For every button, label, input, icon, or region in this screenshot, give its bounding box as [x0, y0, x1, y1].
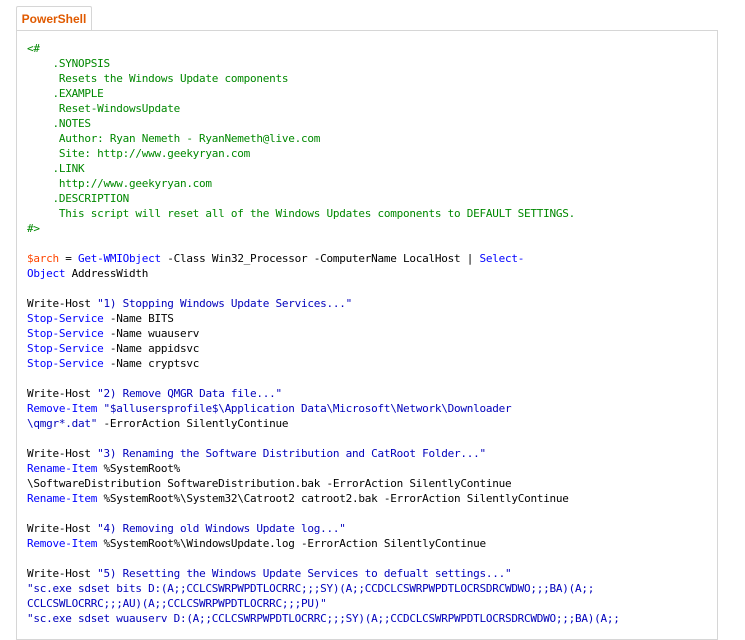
code-token: Object: [27, 267, 66, 280]
code-panel: <# .SYNOPSIS Resets the Windows Update c…: [16, 30, 718, 640]
code-line: Write-Host "4) Removing old Windows Upda…: [27, 521, 620, 536]
code-block: <# .SYNOPSIS Resets the Windows Update c…: [27, 41, 620, 626]
code-token: Write-Host: [27, 567, 98, 580]
code-line: Author: Ryan Nemeth - RyanNemeth@live.co…: [27, 131, 620, 146]
code-token: This script will reset all of the Window…: [27, 207, 576, 220]
code-token: .LINK: [27, 162, 85, 175]
code-line: .DESCRIPTION: [27, 191, 620, 206]
code-line: .SYNOPSIS: [27, 56, 620, 71]
code-token: Select-: [479, 252, 525, 265]
code-line: .EXAMPLE: [27, 86, 620, 101]
code-line: Write-Host "3) Renaming the Software Dis…: [27, 446, 620, 461]
code-token: Write-Host: [27, 522, 98, 535]
code-line: Site: http://www.geekyryan.com: [27, 146, 620, 161]
code-line: "sc.exe sdset wuauserv D:(A;;CCLCSWRPWPD…: [27, 611, 620, 626]
code-token: "3) Renaming the Software Distribution a…: [97, 447, 486, 460]
code-token: Remove-Item: [27, 402, 98, 415]
code-token: Resets the Windows Update components: [27, 72, 289, 85]
code-token: "2) Remove QMGR Data file...": [97, 387, 282, 400]
code-line: Reset-WindowsUpdate: [27, 101, 620, 116]
code-line: Write-Host "2) Remove QMGR Data file...": [27, 386, 620, 401]
code-token: %SystemRoot%\System32\Catroot2 catroot2.…: [97, 492, 569, 505]
code-token: Write-Host: [27, 387, 98, 400]
code-line: $arch = Get-WMIObject -Class Win32_Proce…: [27, 251, 620, 266]
code-token: Stop-Service: [27, 312, 104, 325]
code-token: "sc.exe sdset wuauserv D:(A;;CCLCSWRPWPD…: [27, 612, 620, 625]
code-token: Reset-WindowsUpdate: [27, 102, 180, 115]
code-token: Write-Host: [27, 447, 98, 460]
code-line: Rename-Item %SystemRoot%\System32\Catroo…: [27, 491, 620, 506]
code-token: "sc.exe sdset bits D:(A;;CCLCSWRPWPDTLOC…: [27, 582, 595, 595]
code-token: Rename-Item: [27, 492, 98, 505]
code-line: .NOTES: [27, 116, 620, 131]
code-line: CCLCSWLOCRRC;;;AU)(A;;CCLCSWRPWPDTLOCRRC…: [27, 596, 620, 611]
code-token: Write-Host: [27, 297, 98, 310]
code-token: $arch: [27, 252, 59, 265]
tab-powershell[interactable]: PowerShell: [16, 6, 92, 30]
code-token: %SystemRoot%\WindowsUpdate.log -ErrorAct…: [97, 537, 486, 550]
code-token: "4) Removing old Windows Update log...": [97, 522, 346, 535]
code-line: #>: [27, 221, 620, 236]
code-token: http://www.geekyryan.com: [27, 177, 212, 190]
code-token: Site: http://www.geekyryan.com: [27, 147, 251, 160]
code-token: -Name BITS: [103, 312, 174, 325]
code-line: \qmgr*.dat" -ErrorAction SilentlyContinu…: [27, 416, 620, 431]
code-token: "1) Stopping Windows Update Services...": [97, 297, 353, 310]
code-token: -Name cryptsvc: [103, 357, 200, 370]
code-token: "$allusersprofile$\Application Data\Micr…: [103, 402, 512, 415]
code-line: This script will reset all of the Window…: [27, 206, 620, 221]
code-line: Write-Host "5) Resetting the Windows Upd…: [27, 566, 620, 581]
code-token: .EXAMPLE: [27, 87, 104, 100]
code-token: %SystemRoot%: [97, 462, 180, 475]
code-token: AddressWidth: [65, 267, 149, 280]
code-line: Stop-Service -Name wuauserv: [27, 326, 620, 341]
code-token: \qmgr*.dat": [27, 417, 98, 430]
code-token: Stop-Service: [27, 357, 104, 370]
code-token: \SoftwareDistribution SoftwareDistributi…: [27, 477, 512, 490]
code-token: Get-WMIObject: [78, 252, 161, 265]
code-token: "5) Resetting the Windows Update Service…: [97, 567, 512, 580]
code-line: Remove-Item "$allusersprofile$\Applicati…: [27, 401, 620, 416]
code-token: #>: [27, 222, 40, 235]
code-line: http://www.geekyryan.com: [27, 176, 620, 191]
code-line: Remove-Item %SystemRoot%\WindowsUpdate.l…: [27, 536, 620, 551]
code-token: CCLCSWLOCRRC;;;AU)(A;;CCLCSWRPWPDTLOCRRC…: [27, 597, 327, 610]
code-line: Write-Host "1) Stopping Windows Update S…: [27, 296, 620, 311]
code-line: Stop-Service -Name cryptsvc: [27, 356, 620, 371]
code-token: -Name appidsvc: [103, 342, 200, 355]
code-token: .NOTES: [27, 117, 91, 130]
code-token: Stop-Service: [27, 342, 104, 355]
code-line: Resets the Windows Update components: [27, 71, 620, 86]
code-line: "sc.exe sdset bits D:(A;;CCLCSWRPWPDTLOC…: [27, 581, 620, 596]
code-token: Remove-Item: [27, 537, 98, 550]
code-token: Author: Ryan Nemeth - RyanNemeth@live.co…: [27, 132, 321, 145]
code-line: Rename-Item %SystemRoot%: [27, 461, 620, 476]
code-token: <#: [27, 42, 40, 55]
code-token: .DESCRIPTION: [27, 192, 129, 205]
code-token: =: [58, 252, 78, 265]
code-token: Stop-Service: [27, 327, 104, 340]
code-line: \SoftwareDistribution SoftwareDistributi…: [27, 476, 620, 491]
code-line: Object AddressWidth: [27, 266, 620, 281]
code-line: Stop-Service -Name appidsvc: [27, 341, 620, 356]
code-token: Rename-Item: [27, 462, 98, 475]
code-token: -ErrorAction SilentlyContinue: [97, 417, 289, 430]
code-line: <#: [27, 41, 620, 56]
code-token: -Name wuauserv: [103, 327, 200, 340]
code-token: -Class Win32_Processor -ComputerName Loc…: [160, 252, 467, 265]
code-line: .LINK: [27, 161, 620, 176]
code-line: Stop-Service -Name BITS: [27, 311, 620, 326]
code-token: .SYNOPSIS: [27, 57, 110, 70]
